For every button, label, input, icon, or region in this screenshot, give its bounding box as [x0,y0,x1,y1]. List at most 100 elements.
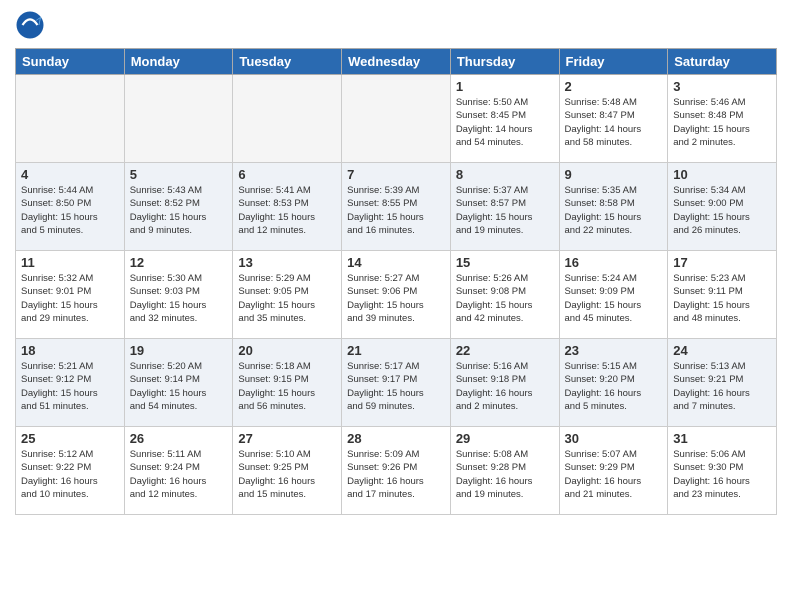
calendar-cell: 22 Sunrise: 5:16 AM Sunset: 9:18 PM Dayli… [450,339,559,427]
day-number: 20 [238,343,336,358]
page-container: SundayMondayTuesdayWednesdayThursdayFrid… [0,0,792,525]
day-number: 17 [673,255,771,270]
calendar-cell: 11 Sunrise: 5:32 AM Sunset: 9:01 PM Dayli… [16,251,125,339]
weekday-header-friday: Friday [559,49,668,75]
day-info: Sunrise: 5:16 AM Sunset: 9:18 PM Dayligh… [456,360,554,413]
day-number: 26 [130,431,228,446]
day-info: Sunrise: 5:26 AM Sunset: 9:08 PM Dayligh… [456,272,554,325]
calendar-cell: 17 Sunrise: 5:23 AM Sunset: 9:11 PM Dayli… [668,251,777,339]
calendar-cell: 29 Sunrise: 5:08 AM Sunset: 9:28 PM Dayli… [450,427,559,515]
calendar-cell: 2 Sunrise: 5:48 AM Sunset: 8:47 PM Daylig… [559,75,668,163]
calendar-cell: 19Sunrise: 5:20 AM Sunset: 9:14 PM Dayli… [124,339,233,427]
calendar-cell: 6 Sunrise: 5:41 AM Sunset: 8:53 PM Daylig… [233,163,342,251]
calendar-cell: 1Sunrise: 5:50 AM Sunset: 8:45 PM Daylig… [450,75,559,163]
day-info: Sunrise: 5:17 AM Sunset: 9:17 PM Dayligh… [347,360,445,413]
weekday-header-wednesday: Wednesday [342,49,451,75]
calendar-cell: 26 Sunrise: 5:11 AM Sunset: 9:24 PM Dayli… [124,427,233,515]
page-header [15,10,777,40]
day-number: 5 [130,167,228,182]
weekday-header-saturday: Saturday [668,49,777,75]
day-number: 27 [238,431,336,446]
day-info: Sunrise: 5:11 AM Sunset: 9:24 PM Dayligh… [130,448,228,501]
calendar-cell [342,75,451,163]
calendar-week-row: 25 Sunrise: 5:12 AM Sunset: 9:22 PM Dayli… [16,427,777,515]
day-number: 18 [21,343,119,358]
weekday-header-row: SundayMondayTuesdayWednesdayThursdayFrid… [16,49,777,75]
day-info: Sunrise: 5:13 AM Sunset: 9:21 PM Dayligh… [673,360,771,413]
day-info: Sunrise: 5:23 AM Sunset: 9:11 PM Dayligh… [673,272,771,325]
day-number: 30 [565,431,663,446]
calendar-cell [124,75,233,163]
calendar-week-row: 11 Sunrise: 5:32 AM Sunset: 9:01 PM Dayli… [16,251,777,339]
day-info: Sunrise: 5:32 AM Sunset: 9:01 PM Dayligh… [21,272,119,325]
day-number: 22 [456,343,554,358]
calendar-cell: 30Sunrise: 5:07 AM Sunset: 9:29 PM Dayli… [559,427,668,515]
day-info: Sunrise: 5:24 AM Sunset: 9:09 PM Dayligh… [565,272,663,325]
calendar-cell: 16 Sunrise: 5:24 AM Sunset: 9:09 PM Dayli… [559,251,668,339]
day-number: 8 [456,167,554,182]
day-info: Sunrise: 5:27 AM Sunset: 9:06 PM Dayligh… [347,272,445,325]
day-number: 6 [238,167,336,182]
logo [15,10,49,40]
day-info: Sunrise: 5:44 AM Sunset: 8:50 PM Dayligh… [21,184,119,237]
calendar-cell [233,75,342,163]
day-info: Sunrise: 5:08 AM Sunset: 9:28 PM Dayligh… [456,448,554,501]
day-info: Sunrise: 5:43 AM Sunset: 8:52 PM Dayligh… [130,184,228,237]
day-number: 28 [347,431,445,446]
calendar-cell: 10Sunrise: 5:34 AM Sunset: 9:00 PM Dayli… [668,163,777,251]
day-number: 15 [456,255,554,270]
calendar-cell: 12Sunrise: 5:30 AM Sunset: 9:03 PM Dayli… [124,251,233,339]
day-number: 25 [21,431,119,446]
day-number: 23 [565,343,663,358]
day-info: Sunrise: 5:21 AM Sunset: 9:12 PM Dayligh… [21,360,119,413]
calendar-cell: 18 Sunrise: 5:21 AM Sunset: 9:12 PM Dayli… [16,339,125,427]
day-number: 14 [347,255,445,270]
calendar-cell: 14 Sunrise: 5:27 AM Sunset: 9:06 PM Dayli… [342,251,451,339]
calendar-cell: 21 Sunrise: 5:17 AM Sunset: 9:17 PM Dayli… [342,339,451,427]
day-info: Sunrise: 5:46 AM Sunset: 8:48 PM Dayligh… [673,96,771,149]
day-number: 1 [456,79,554,94]
calendar-table: SundayMondayTuesdayWednesdayThursdayFrid… [15,48,777,515]
calendar-week-row: 4 Sunrise: 5:44 AM Sunset: 8:50 PM Daylig… [16,163,777,251]
calendar-week-row: 18 Sunrise: 5:21 AM Sunset: 9:12 PM Dayli… [16,339,777,427]
calendar-cell: 7Sunrise: 5:39 AM Sunset: 8:55 PM Daylig… [342,163,451,251]
calendar-cell: 15 Sunrise: 5:26 AM Sunset: 9:08 PM Dayli… [450,251,559,339]
calendar-cell: 23 Sunrise: 5:15 AM Sunset: 9:20 PM Dayli… [559,339,668,427]
day-number: 3 [673,79,771,94]
day-info: Sunrise: 5:06 AM Sunset: 9:30 PM Dayligh… [673,448,771,501]
day-number: 19 [130,343,228,358]
calendar-cell: 8 Sunrise: 5:37 AM Sunset: 8:57 PM Daylig… [450,163,559,251]
calendar-cell: 27 Sunrise: 5:10 AM Sunset: 9:25 PM Dayli… [233,427,342,515]
day-number: 29 [456,431,554,446]
day-number: 13 [238,255,336,270]
day-number: 7 [347,167,445,182]
day-number: 9 [565,167,663,182]
calendar-cell: 25 Sunrise: 5:12 AM Sunset: 9:22 PM Dayli… [16,427,125,515]
calendar-cell: 20Sunrise: 5:18 AM Sunset: 9:15 PM Dayli… [233,339,342,427]
day-number: 2 [565,79,663,94]
day-info: Sunrise: 5:37 AM Sunset: 8:57 PM Dayligh… [456,184,554,237]
calendar-cell: 9 Sunrise: 5:35 AM Sunset: 8:58 PM Daylig… [559,163,668,251]
weekday-header-thursday: Thursday [450,49,559,75]
day-number: 21 [347,343,445,358]
day-info: Sunrise: 5:48 AM Sunset: 8:47 PM Dayligh… [565,96,663,149]
day-number: 16 [565,255,663,270]
day-number: 4 [21,167,119,182]
day-info: Sunrise: 5:12 AM Sunset: 9:22 PM Dayligh… [21,448,119,501]
calendar-cell: 31 Sunrise: 5:06 AM Sunset: 9:30 PM Dayli… [668,427,777,515]
weekday-header-sunday: Sunday [16,49,125,75]
calendar-cell: 5 Sunrise: 5:43 AM Sunset: 8:52 PM Daylig… [124,163,233,251]
day-info: Sunrise: 5:35 AM Sunset: 8:58 PM Dayligh… [565,184,663,237]
day-number: 24 [673,343,771,358]
day-number: 31 [673,431,771,446]
weekday-header-tuesday: Tuesday [233,49,342,75]
calendar-week-row: 1Sunrise: 5:50 AM Sunset: 8:45 PM Daylig… [16,75,777,163]
calendar-cell [16,75,125,163]
day-info: Sunrise: 5:15 AM Sunset: 9:20 PM Dayligh… [565,360,663,413]
calendar-cell: 13Sunrise: 5:29 AM Sunset: 9:05 PM Dayli… [233,251,342,339]
day-number: 11 [21,255,119,270]
day-info: Sunrise: 5:10 AM Sunset: 9:25 PM Dayligh… [238,448,336,501]
calendar-cell: 24 Sunrise: 5:13 AM Sunset: 9:21 PM Dayli… [668,339,777,427]
day-info: Sunrise: 5:09 AM Sunset: 9:26 PM Dayligh… [347,448,445,501]
day-info: Sunrise: 5:41 AM Sunset: 8:53 PM Dayligh… [238,184,336,237]
